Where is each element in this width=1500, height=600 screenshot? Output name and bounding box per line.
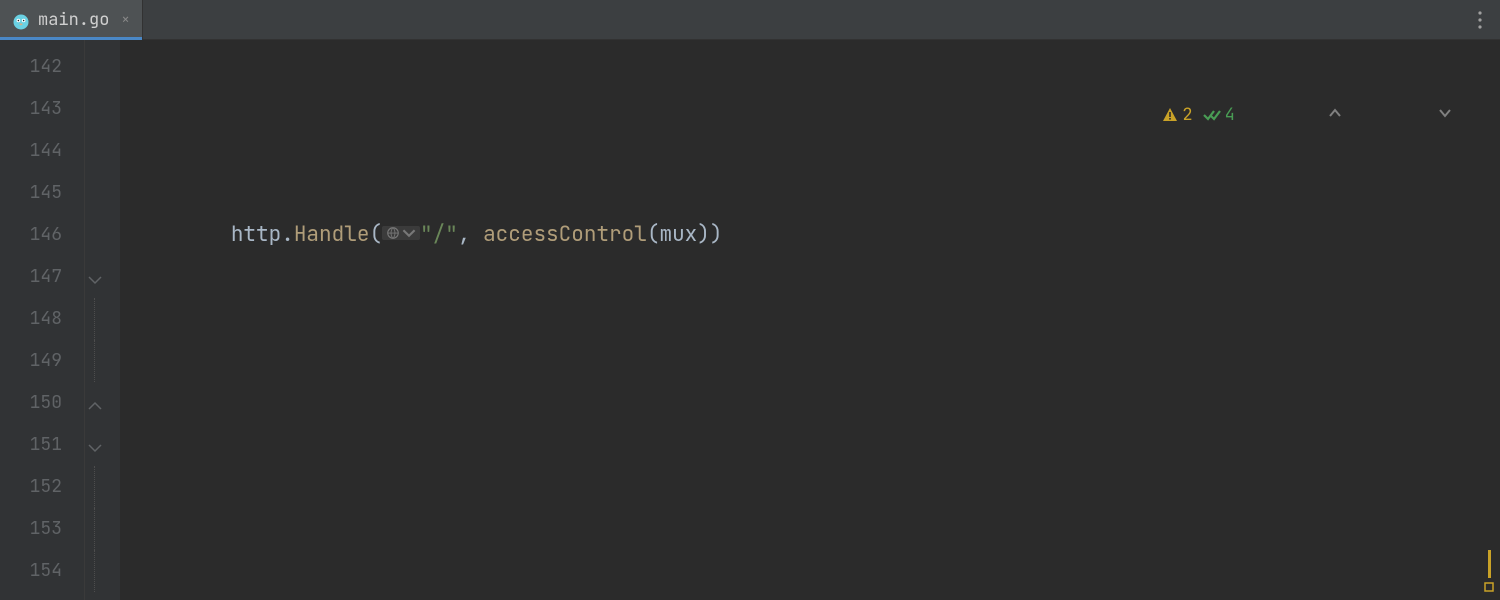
line-number: 144	[0, 130, 84, 172]
warning-indicator[interactable]: 2	[1162, 94, 1192, 136]
url-hint-icon[interactable]	[382, 226, 420, 240]
tab-bar: main.go ×	[0, 0, 1500, 40]
line-number: 151	[0, 424, 84, 466]
line-number: 142	[0, 46, 84, 88]
line-number: 146	[0, 214, 84, 256]
line-number: 145	[0, 172, 84, 214]
code-area[interactable]: http.Handle("/", accessControl(mux)) htt…	[120, 40, 1500, 600]
line-number: 153	[0, 508, 84, 550]
tab-overflow-menu-icon[interactable]	[1460, 0, 1500, 39]
line-number: 150	[0, 382, 84, 424]
line-number: 149	[0, 340, 84, 382]
editor[interactable]: 142 143 144 145 146 147 148 149 150 151 …	[0, 40, 1500, 600]
fold-gutter	[85, 40, 120, 600]
fold-toggle-icon[interactable]	[87, 394, 103, 410]
close-icon[interactable]: ×	[121, 11, 129, 29]
line-number: 147	[0, 256, 84, 298]
line-number: 148	[0, 298, 84, 340]
tab-main-go[interactable]: main.go ×	[0, 0, 143, 39]
fold-toggle-icon[interactable]	[87, 436, 103, 452]
line-number: 143	[0, 88, 84, 130]
prev-highlight-icon[interactable]	[1245, 52, 1345, 178]
line-number: 154	[0, 550, 84, 592]
tab-label: main.go	[38, 9, 109, 31]
error-stripe-lens-icon[interactable]	[1480, 550, 1498, 594]
gopher-icon	[12, 11, 30, 29]
line-number: 152	[0, 466, 84, 508]
inspection-widget[interactable]: 2 4	[1156, 50, 1460, 180]
code-line[interactable]: http.Handle("/", accessControl(mux))	[120, 214, 1500, 256]
ok-indicator[interactable]: 4	[1203, 94, 1235, 136]
fold-toggle-icon[interactable]	[87, 268, 103, 284]
code-line[interactable]	[120, 424, 1500, 466]
line-number-gutter: 142 143 144 145 146 147 148 149 150 151 …	[0, 40, 85, 600]
editor-scrollbar[interactable]	[1486, 40, 1500, 600]
next-highlight-icon[interactable]	[1354, 52, 1454, 178]
